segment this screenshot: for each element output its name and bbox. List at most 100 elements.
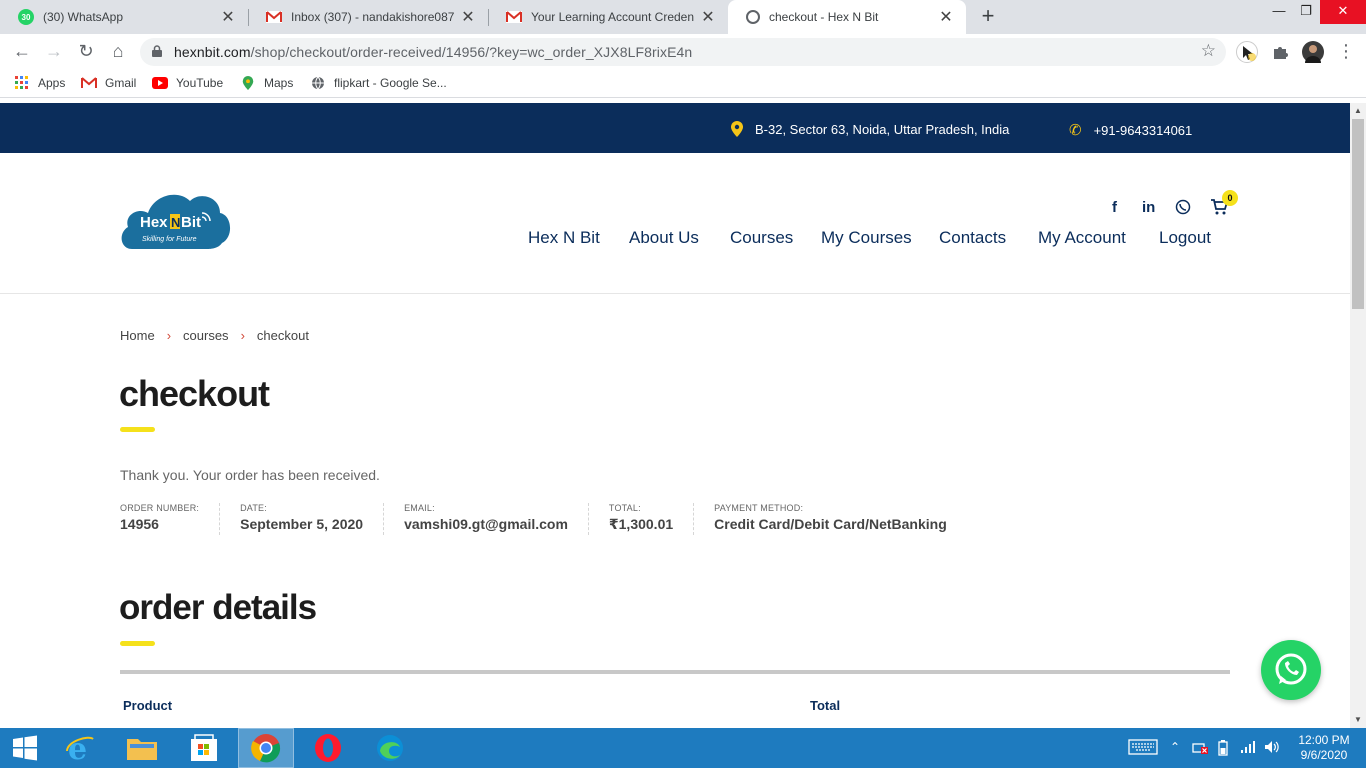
close-tab-icon[interactable]: ✕ — [938, 7, 954, 27]
maps-icon — [242, 76, 254, 90]
page-scrollbar[interactable]: ▲ ▼ — [1350, 103, 1366, 728]
tab-whatsapp[interactable]: 30 (30) WhatsApp ✕ — [0, 0, 248, 34]
whatsapp-chat-button[interactable] — [1261, 640, 1321, 700]
nav-about-us[interactable]: About Us — [629, 228, 699, 248]
globe-icon — [312, 76, 324, 90]
home-button[interactable]: ⌂ — [106, 40, 130, 64]
web-page: B-32, Sector 63, Noida, Uttar Pradesh, I… — [0, 103, 1350, 728]
system-clock[interactable]: 12:00 PM 9/6/2020 — [1294, 733, 1354, 763]
breadcrumb-courses[interactable]: courses — [183, 328, 229, 343]
show-hidden-icons-icon[interactable]: ⌃ — [1170, 740, 1180, 754]
battery-icon[interactable] — [1216, 740, 1230, 759]
opera-icon — [315, 734, 341, 762]
windows-taskbar: e ⌃ 12:00 PM 9/6/2020 — [0, 728, 1366, 768]
address-bar[interactable]: hexnbit.com/shop/checkout/order-received… — [140, 38, 1226, 66]
nav-hex-n-bit[interactable]: Hex N Bit — [528, 228, 600, 248]
bookmark-gmail[interactable]: Gmail — [81, 76, 136, 90]
close-window-button[interactable]: ✕ — [1320, 0, 1366, 24]
tab-checkout-active[interactable]: checkout - Hex N Bit ✕ — [728, 0, 966, 34]
column-header-total: Total — [810, 698, 841, 713]
bookmark-flipkart[interactable]: flipkart - Google Se... — [310, 76, 447, 90]
nav-my-courses[interactable]: My Courses — [821, 228, 912, 248]
nav-my-account[interactable]: My Account — [1038, 228, 1126, 248]
bookmark-maps[interactable]: Maps — [240, 76, 293, 90]
chrome-menu-icon[interactable]: ⋮ — [1334, 40, 1358, 64]
nav-logout[interactable]: Logout — [1159, 228, 1211, 248]
taskbar-edge[interactable] — [362, 728, 418, 768]
scroll-up-icon[interactable]: ▲ — [1354, 106, 1362, 115]
overview-value: 14956 — [120, 516, 159, 532]
overview-label: ORDER NUMBER: — [120, 503, 200, 513]
nav-courses[interactable]: Courses — [730, 228, 793, 248]
nav-contacts[interactable]: Contacts — [939, 228, 1006, 248]
order-details-title: order details — [119, 588, 317, 627]
profile-avatar[interactable] — [1302, 41, 1324, 63]
gmail-icon — [506, 11, 522, 23]
overview-label: TOTAL: — [608, 503, 641, 513]
bookmark-label: flipkart - Google Se... — [334, 76, 447, 90]
linkedin-icon[interactable]: in — [1142, 199, 1155, 216]
bookmark-label: Maps — [264, 76, 294, 90]
whatsapp-icon — [1275, 653, 1307, 685]
whatsapp-icon: 30 — [18, 9, 34, 25]
tab-gmail-credentials[interactable]: Your Learning Account Credentia ✕ — [488, 0, 728, 34]
svg-text:N: N — [171, 215, 180, 230]
location-pin-icon — [731, 121, 743, 137]
extensions-puzzle-icon[interactable] — [1269, 41, 1291, 63]
close-tab-icon[interactable]: ✕ — [460, 7, 476, 27]
chrome-icon — [251, 734, 281, 763]
new-tab-button[interactable]: + — [976, 5, 1000, 29]
chevron-right-icon: › — [240, 328, 245, 343]
whatsapp-social-icon[interactable] — [1175, 199, 1191, 219]
extension-cursor-icon[interactable] — [1236, 41, 1258, 63]
reload-button[interactable]: ↻ — [74, 40, 98, 64]
network-signal-icon[interactable] — [1240, 740, 1256, 757]
taskbar-internet-explorer[interactable]: e — [52, 728, 108, 768]
breadcrumb-home[interactable]: Home — [120, 328, 155, 343]
tab-title: Inbox (307) - nandakishore087@ — [291, 10, 454, 24]
windows-logo-icon — [13, 735, 37, 761]
site-logo[interactable]: Hex N Bit Skilling for Future — [118, 183, 232, 251]
topbar-phone[interactable]: ✆ +91-9643314061 — [1069, 121, 1192, 139]
globe-icon — [746, 10, 760, 24]
site-header: Hex N Bit Skilling for Future f in 0 Hex… — [0, 153, 1350, 294]
close-tab-icon[interactable]: ✕ — [220, 7, 236, 27]
scroll-down-icon[interactable]: ▼ — [1354, 715, 1362, 724]
bookmark-star-icon[interactable]: ☆ — [1201, 41, 1216, 61]
bookmark-youtube[interactable]: YouTube — [152, 76, 223, 90]
bookmark-label: Apps — [38, 76, 66, 90]
gmail-icon — [266, 11, 282, 23]
column-header-product: Product — [123, 698, 173, 713]
facebook-icon[interactable]: f — [1112, 199, 1117, 216]
touch-keyboard-icon[interactable] — [1128, 739, 1158, 758]
taskbar-chrome-active[interactable] — [238, 728, 294, 768]
apps-grid-icon — [15, 76, 28, 89]
volume-icon[interactable] — [1264, 740, 1280, 757]
taskbar-microsoft-store[interactable] — [176, 728, 232, 768]
scrollbar-thumb[interactable] — [1352, 119, 1364, 309]
table-top-border — [120, 670, 1230, 674]
tab-title: Your Learning Account Credentia — [531, 10, 694, 24]
taskbar-opera[interactable] — [300, 728, 356, 768]
chevron-right-icon: › — [166, 328, 172, 343]
lock-icon — [152, 45, 162, 57]
taskbar-file-explorer[interactable] — [114, 728, 170, 768]
tab-title: (30) WhatsApp — [43, 10, 124, 24]
edge-icon — [377, 735, 403, 761]
overview-label: EMAIL: — [404, 503, 435, 513]
back-button[interactable]: ← — [10, 40, 34, 64]
printer-error-icon[interactable] — [1192, 740, 1208, 757]
browser-toolbar: ← → ↻ ⌂ hexnbit.com/shop/checkout/order-… — [0, 34, 1366, 70]
tab-gmail-inbox[interactable]: Inbox (307) - nandakishore087@ ✕ — [248, 0, 488, 34]
site-topbar: B-32, Sector 63, Noida, Uttar Pradesh, I… — [0, 103, 1350, 153]
windows-start-button[interactable] — [0, 728, 50, 768]
title-underline — [120, 427, 155, 432]
overview-value: vamshi09.gt@gmail.com — [404, 516, 568, 532]
close-tab-icon[interactable]: ✕ — [700, 7, 716, 27]
address-text: B-32, Sector 63, Noida, Uttar Pradesh, I… — [755, 121, 1010, 137]
tab-title: checkout - Hex N Bit — [769, 10, 879, 24]
breadcrumb: Home › courses › checkout — [120, 328, 309, 343]
forward-button[interactable]: → — [42, 40, 66, 64]
overview-value: ₹1,300.01 — [608, 516, 674, 532]
bookmark-apps[interactable]: Apps — [14, 76, 65, 90]
